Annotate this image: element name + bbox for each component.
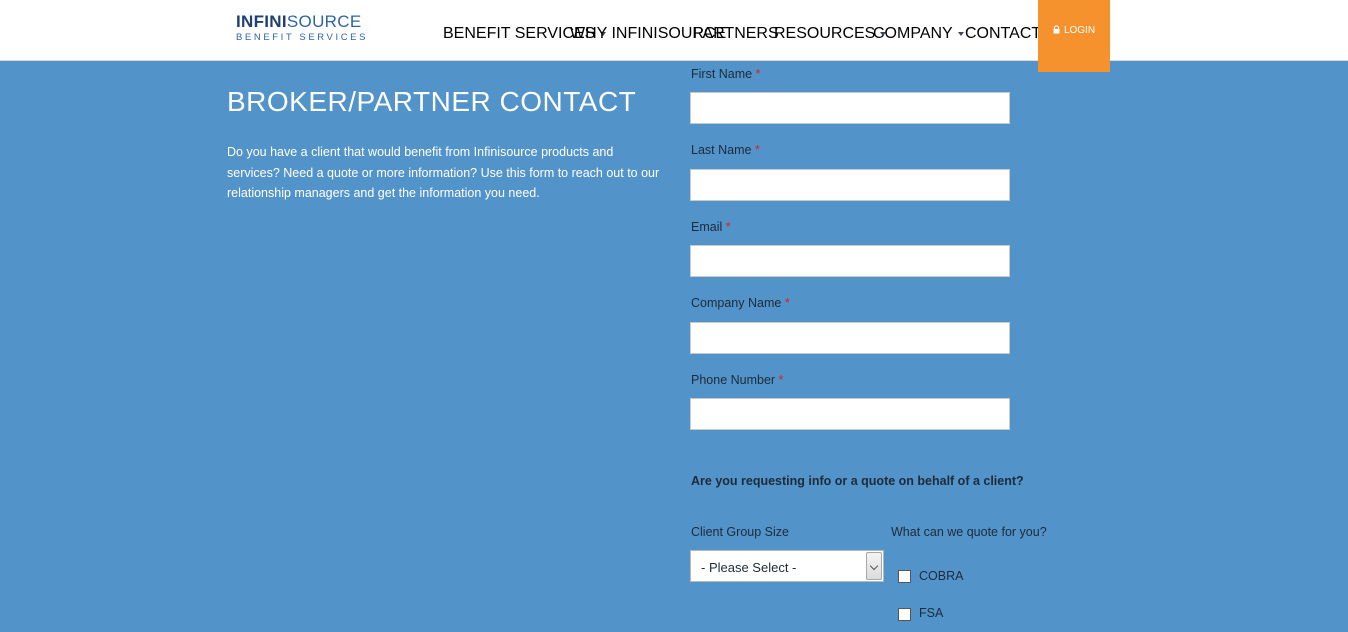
required-mark: * [725,220,731,234]
client-group-size-select[interactable]: - Please Select - [690,550,884,582]
nav-resources[interactable]: RESOURCES [774,25,887,43]
quote-options-label: What can we quote for you? [891,525,1047,539]
required-mark: * [778,373,784,387]
required-mark: * [755,67,761,81]
last-name-label: Last Name * [691,143,760,157]
company-name-label: Company Name * [691,296,790,310]
last-name-field[interactable] [690,169,1010,201]
site-header: INFINISOURCE BENEFIT SERVICES BENEFIT SE… [0,0,1348,61]
first-name-field[interactable] [690,92,1010,124]
client-question: Are you requesting info or a quote on be… [691,474,1024,488]
company-name-field[interactable] [690,322,1010,354]
required-mark: * [784,296,790,310]
lock-icon [1053,25,1060,34]
email-field[interactable] [690,245,1010,277]
intro-text: Do you have a client that would benefit … [227,145,660,200]
fsa-label: FSA [919,606,944,620]
chevron-down-icon [866,552,882,580]
logo-wordmark: INFINISOURCE [236,12,362,31]
infinisource-logo[interactable]: INFINISOURCE BENEFIT SERVICES [236,13,386,45]
nav-company[interactable]: COMPANY [873,25,964,43]
phone-number-field[interactable] [690,398,1010,430]
client-group-size-label: Client Group Size [691,525,789,539]
cobra-label: COBRA [919,569,964,583]
required-mark: * [754,143,760,157]
phone-number-label: Phone Number * [691,373,784,387]
login-button[interactable]: LOGIN [1038,0,1110,72]
page-title: BROKER/PARTNER CONTACT [227,86,637,117]
chevron-down-icon [957,32,964,36]
fsa-checkbox[interactable] [898,608,911,621]
logo-tagline: BENEFIT SERVICES [236,32,369,43]
cobra-checkbox[interactable] [898,570,911,583]
first-name-label: First Name * [691,67,761,81]
nav-partners[interactable]: PARTNERS [693,25,779,43]
email-label: Email * [691,220,731,234]
